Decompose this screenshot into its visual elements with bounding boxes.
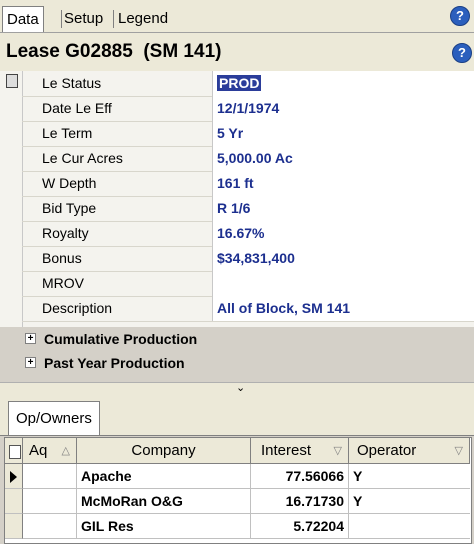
- table-corner: [5, 438, 23, 464]
- current-row-icon: [10, 471, 17, 483]
- sort-icon[interactable]: ▽: [455, 438, 463, 464]
- sort-icon[interactable]: ▽: [334, 438, 342, 464]
- property-label: Bid Type: [42, 200, 97, 216]
- expand-icon[interactable]: +: [25, 333, 36, 344]
- table-cell-company[interactable]: GIL Res: [77, 514, 251, 539]
- group-cumulative-production[interactable]: + Cumulative Production: [0, 327, 452, 351]
- row-selector[interactable]: [5, 489, 23, 514]
- grid-icon[interactable]: [9, 445, 21, 459]
- property-label: Description: [42, 300, 113, 316]
- table-cell-company[interactable]: Apache: [77, 464, 251, 489]
- column-header-label: Aq: [29, 442, 48, 459]
- property-row[interactable]: Le Cur Acres 5,000.00 Ac: [22, 146, 474, 172]
- property-label: Le Term: [42, 125, 93, 141]
- table-cell-aq[interactable]: [23, 489, 77, 514]
- table-cell-aq[interactable]: [23, 514, 77, 539]
- table-cell-aq[interactable]: [23, 464, 77, 489]
- column-header-label: Interest: [261, 442, 312, 459]
- bottom-tab-bar: Op/Owners: [0, 395, 474, 436]
- property-grid: Le Status PROD Date Le Eff 12/1/1974 Le …: [0, 71, 474, 327]
- help-icon[interactable]: ?: [452, 43, 472, 63]
- owners-table: Aq △ Company Interest ▽ Operator ▽ Apach…: [4, 437, 472, 544]
- column-header-label: Operator: [357, 442, 417, 459]
- property-row[interactable]: Le Term 5 Yr: [22, 121, 474, 147]
- property-label: Le Status: [42, 75, 102, 91]
- property-row[interactable]: MROV: [22, 271, 474, 297]
- tab-op-owners[interactable]: Op/Owners: [8, 401, 100, 435]
- column-header-company[interactable]: Company: [77, 438, 251, 464]
- table-cell-interest[interactable]: 77.56066: [251, 464, 349, 489]
- property-value[interactable]: 16.67%: [212, 221, 474, 246]
- property-label: Date Le Eff: [42, 100, 112, 116]
- pane-splitter[interactable]: ⌄: [0, 382, 474, 396]
- property-label: Bonus: [42, 250, 82, 266]
- property-value[interactable]: 5,000.00 Ac: [212, 146, 474, 171]
- expand-icon[interactable]: +: [25, 357, 36, 368]
- table-cell-operator[interactable]: Y: [349, 489, 470, 514]
- property-row[interactable]: Royalty 16.67%: [22, 221, 474, 247]
- table-cell-interest[interactable]: 5.72204: [251, 514, 349, 539]
- property-label: MROV: [42, 275, 84, 291]
- group-label: Past Year Production: [44, 355, 185, 371]
- row-selector[interactable]: [5, 514, 23, 539]
- column-header-aq[interactable]: Aq △: [23, 438, 77, 464]
- sort-icon[interactable]: △: [62, 438, 70, 464]
- title-bar: Lease G02885 (SM 141) ?: [0, 33, 474, 71]
- tab-legend[interactable]: Legend: [114, 8, 172, 30]
- table-cell-operator[interactable]: Y: [349, 464, 470, 489]
- property-value[interactable]: 5 Yr: [212, 121, 474, 146]
- group-label: Cumulative Production: [44, 331, 198, 347]
- property-value[interactable]: All of Block, SM 141: [212, 296, 474, 321]
- property-row[interactable]: Bid Type R 1/6: [22, 196, 474, 222]
- selected-value: PROD: [217, 75, 262, 91]
- property-value[interactable]: $34,831,400: [212, 246, 474, 271]
- help-icon[interactable]: ?: [450, 6, 470, 26]
- top-tab-bar: Data Setup Legend ?: [0, 0, 474, 33]
- table-cell-interest[interactable]: 16.71730: [251, 489, 349, 514]
- column-header-interest[interactable]: Interest ▽: [251, 438, 349, 464]
- group-past-year-production[interactable]: + Past Year Production: [0, 351, 452, 375]
- tab-setup[interactable]: Setup: [60, 8, 107, 30]
- property-label: Royalty: [42, 225, 89, 241]
- tab-data[interactable]: Data: [2, 6, 44, 32]
- grid-icon[interactable]: [6, 74, 18, 88]
- table-cell-operator[interactable]: [349, 514, 470, 539]
- property-row[interactable]: W Depth 161 ft: [22, 171, 474, 197]
- property-row[interactable]: Description All of Block, SM 141: [22, 296, 474, 322]
- property-value[interactable]: 161 ft: [212, 171, 474, 196]
- property-value[interactable]: PROD: [212, 71, 474, 96]
- property-row[interactable]: Date Le Eff 12/1/1974: [22, 96, 474, 122]
- property-label: W Depth: [42, 175, 97, 191]
- property-row[interactable]: Le Status PROD: [22, 71, 474, 97]
- property-label: Le Cur Acres: [42, 150, 123, 166]
- property-value[interactable]: 12/1/1974: [212, 96, 474, 121]
- chevron-down-icon[interactable]: ⌄: [236, 381, 245, 394]
- row-selector[interactable]: [5, 464, 23, 489]
- property-value[interactable]: R 1/6: [212, 196, 474, 221]
- table-cell-company[interactable]: McMoRan O&G: [77, 489, 251, 514]
- page-title: Lease G02885 (SM 141): [6, 41, 222, 62]
- column-header-operator[interactable]: Operator ▽: [349, 438, 470, 464]
- grid-gutter: [0, 71, 23, 327]
- property-value[interactable]: [212, 271, 474, 296]
- property-row[interactable]: Bonus $34,831,400: [22, 246, 474, 272]
